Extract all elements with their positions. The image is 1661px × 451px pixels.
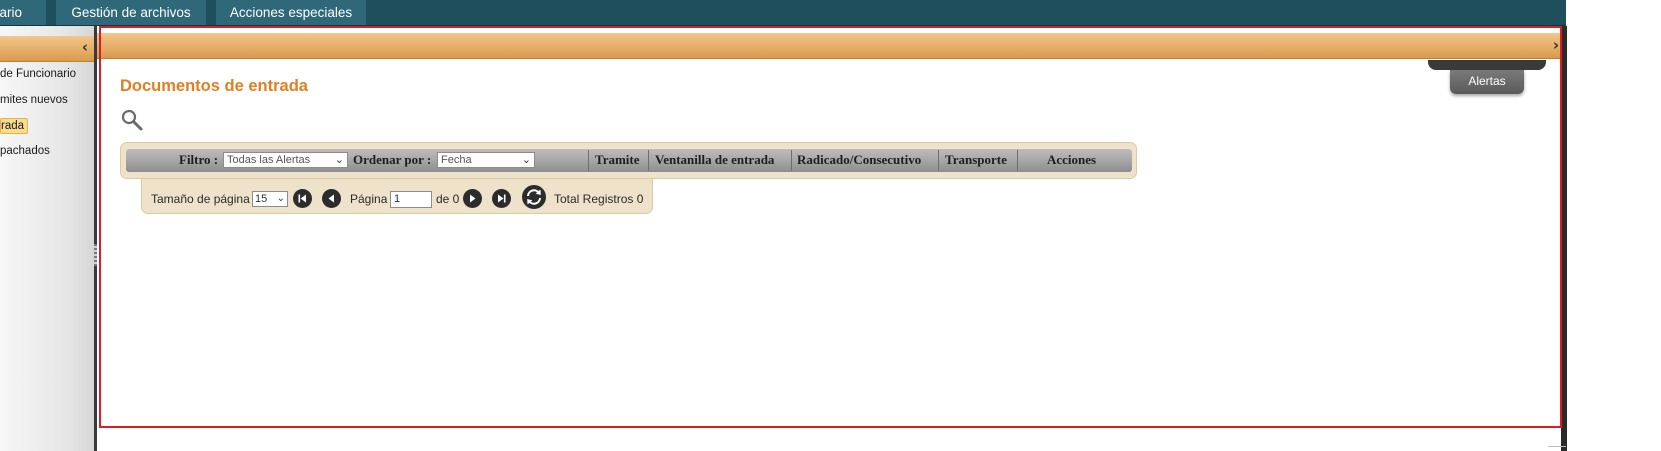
page-size-select[interactable]: 15 ⌄ xyxy=(252,191,288,207)
panel-border xyxy=(1561,26,1567,451)
alerts-tab-shelf xyxy=(1428,60,1546,70)
refresh-icon[interactable] xyxy=(521,184,547,210)
column-header-tramite[interactable]: Tramite xyxy=(595,152,640,168)
sidebar-item-funcionario[interactable]: de Funcionario xyxy=(0,68,76,80)
column-divider xyxy=(1017,150,1018,171)
sidebar-item-tramites-nuevos[interactable]: mites nuevos xyxy=(0,94,68,106)
page-size-label: Tamaño de página xyxy=(151,192,250,206)
first-page-icon[interactable] xyxy=(293,189,312,208)
column-header-acciones: Acciones xyxy=(1047,152,1097,167)
column-header-transporte[interactable]: Transporte xyxy=(945,152,1007,168)
nav-tab-gestion-archivos[interactable]: Gestión de archivos xyxy=(56,0,206,25)
column-header-radicado[interactable]: Radicado/Consecutivo xyxy=(797,152,921,168)
resize-handle[interactable] xyxy=(94,244,97,266)
alerts-button[interactable]: Alertas xyxy=(1450,70,1524,94)
chevron-right-icon[interactable]: › xyxy=(1553,36,1559,54)
page-title: Documentos de entrada xyxy=(120,77,308,95)
column-header-ventanilla[interactable]: Ventanilla de entrada xyxy=(655,152,774,168)
nav-tab-label: nario xyxy=(0,5,23,20)
sidebar-header: ‹ xyxy=(0,36,94,62)
chevron-down-icon: ⌄ xyxy=(276,193,285,204)
order-label: Ordenar por : xyxy=(353,152,432,167)
previous-page-icon[interactable] xyxy=(322,189,341,208)
main-header-bar: › xyxy=(97,33,1561,59)
last-page-icon[interactable] xyxy=(492,189,511,208)
nav-tab-label: Gestión de archivos xyxy=(71,5,191,20)
sidebar-item-entrada[interactable]: rada xyxy=(0,118,29,134)
order-select[interactable]: Fecha ⌄ xyxy=(437,152,535,168)
column-divider xyxy=(791,150,792,171)
resize-corner xyxy=(1548,446,1566,451)
chevron-down-icon: ⌄ xyxy=(521,154,531,166)
page-number-input[interactable]: 1 xyxy=(390,191,432,208)
chevron-down-icon: ⌄ xyxy=(334,154,344,166)
page-count-label: de 0 xyxy=(436,192,460,206)
filter-label: Filtro : xyxy=(179,152,219,167)
column-divider xyxy=(648,150,649,171)
next-page-icon[interactable] xyxy=(463,189,482,208)
column-divider xyxy=(588,150,589,171)
nav-tab-label: Acciones especiales xyxy=(229,5,353,20)
sidebar: ‹ de Funcionario mites nuevos rada pacha… xyxy=(0,26,97,451)
sidebar-item-despachados[interactable]: pachados xyxy=(0,145,50,157)
order-select-value: Fecha xyxy=(441,154,472,166)
filter-select[interactable]: Todas las Alertas ⌄ xyxy=(223,152,348,168)
top-nav-bar: nario Gestión de archivos Acciones espec… xyxy=(0,0,1566,26)
column-divider xyxy=(938,150,939,171)
page-size-value: 15 xyxy=(255,193,268,205)
page-label: Página xyxy=(350,192,388,206)
total-records-label: Total Registros 0 xyxy=(554,192,644,206)
selection-highlight xyxy=(99,26,1562,428)
nav-tab-funcionario[interactable]: nario xyxy=(0,0,46,25)
chevron-left-icon[interactable]: ‹ xyxy=(82,38,88,56)
search-icon[interactable] xyxy=(120,108,144,132)
nav-tab-acciones-especiales[interactable]: Acciones especiales xyxy=(216,0,366,25)
filter-select-value: Todas las Alertas xyxy=(227,154,311,166)
